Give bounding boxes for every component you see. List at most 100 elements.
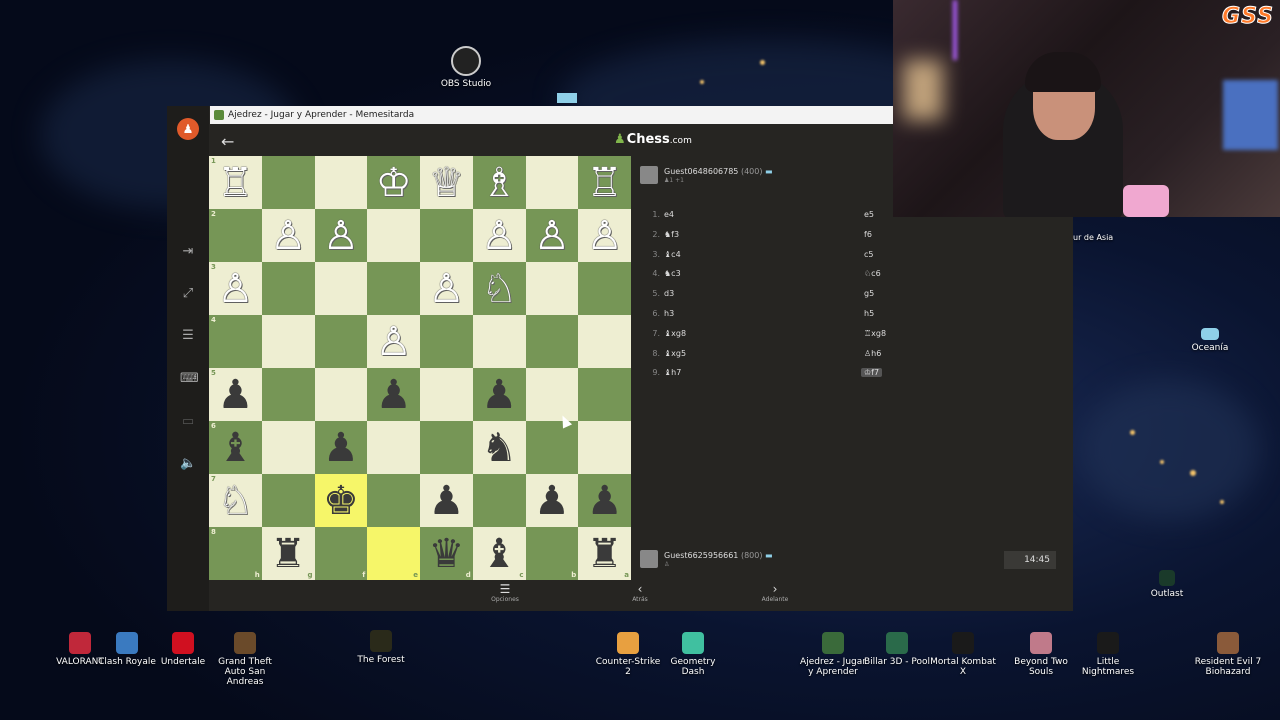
board-square[interactable]: ♚ (314, 474, 368, 527)
white-pawn-icon[interactable]: ♙ (217, 269, 253, 309)
options-button[interactable]: ☰ Opciones (480, 582, 530, 603)
board-square[interactable] (472, 315, 526, 368)
white-pawn-icon[interactable]: ♙ (587, 216, 623, 256)
black-move[interactable]: f6 (864, 230, 872, 239)
board-square[interactable]: c ♝ (472, 527, 526, 580)
board-square[interactable] (525, 262, 579, 315)
white-bishop-icon[interactable]: ♗ (481, 163, 517, 203)
white-pawn-icon[interactable]: ♙ (534, 216, 570, 256)
board-square[interactable] (420, 209, 473, 262)
board-square[interactable] (314, 262, 368, 315)
board-square[interactable]: e (367, 527, 420, 580)
black-pawn-icon[interactable]: ♟ (587, 481, 623, 521)
board-square[interactable]: ♙ (525, 209, 579, 262)
white-move[interactable]: e4 (664, 210, 674, 219)
board-square[interactable]: b (525, 527, 579, 580)
board-square[interactable]: ♟ (367, 368, 420, 421)
white-pawn-icon[interactable]: ♙ (270, 216, 306, 256)
board-square[interactable]: f (314, 527, 368, 580)
black-pawn-icon[interactable]: ♟ (481, 375, 517, 415)
board-square[interactable]: ♙ (578, 209, 631, 262)
black-move[interactable]: h5 (864, 309, 874, 318)
board-square[interactable]: 3 ♙ (209, 262, 262, 315)
board-square[interactable]: ♙ (261, 209, 315, 262)
back-arrow-icon[interactable]: ← (221, 132, 234, 151)
white-knight-icon[interactable]: ♘ (481, 269, 517, 309)
board-square[interactable]: ♔ (367, 156, 420, 209)
board-square[interactable]: 5 ♟ (209, 368, 262, 421)
black-knight-icon[interactable]: ♞ (481, 428, 517, 468)
board-square[interactable] (578, 421, 631, 474)
black-move[interactable]: e5 (864, 210, 874, 219)
desktop-icon[interactable]: Billar 3D - Pool (862, 632, 932, 667)
desktop-icon[interactable]: Beyond Two Souls (1006, 632, 1076, 677)
board-square[interactable]: 7 ♘ (209, 474, 262, 527)
board-square[interactable]: g ♜ (261, 527, 315, 580)
white-king-icon[interactable]: ♔ (376, 163, 412, 203)
board-square[interactable]: ♟ (525, 474, 579, 527)
board-square[interactable]: 2 (209, 209, 262, 262)
board-square[interactable] (525, 368, 579, 421)
board-square[interactable] (525, 315, 579, 368)
black-bishop-icon[interactable]: ♝ (217, 428, 253, 468)
desktop-icon-oceania[interactable]: Oceanía (1175, 328, 1245, 353)
board-square[interactable]: 8h (209, 527, 262, 580)
expand-icon[interactable]: ⤢ (180, 286, 196, 302)
chess-board[interactable]: 1 ♖ ♔ ♕ ♗ ♖ 2 ♙ ♙ ♙ ♙ ♙ 3 ♙ ♙ ♘ 4 ♙ 5 ♟ ♟ ♟ 6 ♝ ♟ ♞ 7 ♘ ♚ ♟ ♟ ♟ 8 h g ♜ f e d ♛… (209, 156, 631, 580)
black-move[interactable]: ♙h6 (864, 349, 881, 358)
white-pawn-icon[interactable]: ♙ (376, 322, 412, 362)
black-rook-icon[interactable]: ♜ (270, 534, 306, 574)
desktop-icon[interactable]: Grand Theft Auto San Andreas (210, 632, 280, 687)
board-square[interactable] (525, 156, 579, 209)
forward-button[interactable]: › Adelante (750, 582, 800, 603)
board-square[interactable] (314, 156, 368, 209)
board-square[interactable]: ♗ (472, 156, 526, 209)
board-square[interactable] (420, 421, 473, 474)
board-square[interactable] (578, 262, 631, 315)
white-move[interactable]: ♝xg5 (664, 349, 686, 358)
board-square[interactable]: ♖ (578, 156, 631, 209)
board-square[interactable] (367, 262, 420, 315)
board-square[interactable] (420, 315, 473, 368)
board-square[interactable] (314, 368, 368, 421)
white-pawn-icon[interactable]: ♙ (428, 269, 464, 309)
desktop-icon[interactable]: The Forest (346, 630, 416, 665)
white-move[interactable]: ♞f3 (664, 230, 679, 239)
board-square[interactable] (261, 474, 315, 527)
board-square[interactable]: 1 ♖ (209, 156, 262, 209)
black-pawn-icon[interactable]: ♟ (323, 428, 359, 468)
white-move[interactable]: ♝h7 (664, 368, 681, 377)
board-square[interactable]: ♕ (420, 156, 473, 209)
board-square[interactable]: ♘ (472, 262, 526, 315)
black-pawn-icon[interactable]: ♟ (217, 375, 253, 415)
white-move[interactable]: d3 (664, 289, 674, 298)
white-rook-icon[interactable]: ♖ (217, 163, 253, 203)
login-icon[interactable]: ⇥ (180, 244, 196, 260)
black-queen-icon[interactable]: ♛ (428, 534, 464, 574)
board-square[interactable] (472, 474, 526, 527)
white-pawn-icon[interactable]: ♙ (481, 216, 517, 256)
board-square[interactable] (367, 421, 420, 474)
settings-sliders-icon[interactable]: ☰ (180, 328, 196, 344)
black-bishop-icon[interactable]: ♝ (481, 534, 517, 574)
board-square[interactable] (314, 315, 368, 368)
black-move[interactable]: ♖xg8 (864, 329, 886, 338)
board-square[interactable] (261, 368, 315, 421)
board-square[interactable]: ♙ (472, 209, 526, 262)
board-square[interactable]: ♙ (420, 262, 473, 315)
board-square[interactable]: ♙ (314, 209, 368, 262)
board-square[interactable] (578, 315, 631, 368)
white-move[interactable]: ♝c4 (664, 250, 681, 259)
board-square[interactable] (261, 421, 315, 474)
keyboard-icon[interactable]: ⌨ (180, 371, 199, 387)
tag-icon[interactable]: ▭ (180, 414, 196, 430)
board-square[interactable]: 6 ♝ (209, 421, 262, 474)
black-king-icon[interactable]: ♚ (323, 481, 359, 521)
desktop-icon[interactable]: Counter-Strike 2 (593, 632, 663, 677)
back-button[interactable]: ‹ Atrás (615, 582, 665, 603)
board-square[interactable]: ♟ (420, 474, 473, 527)
desktop-icon[interactable]: Resident Evil 7 Biohazard (1193, 632, 1263, 677)
black-rook-icon[interactable]: ♜ (587, 534, 623, 574)
desktop-icon[interactable]: Geometry Dash (658, 632, 728, 677)
board-square[interactable] (261, 156, 315, 209)
